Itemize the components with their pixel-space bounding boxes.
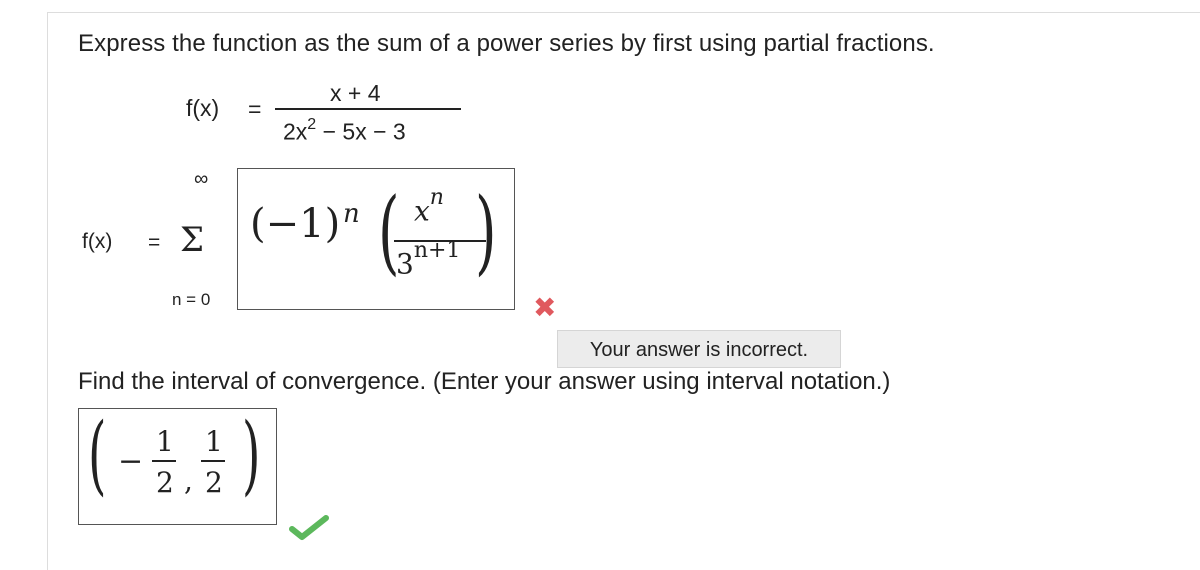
left-numerator: 1 <box>156 425 174 458</box>
sum-lower-limit: n = 0 <box>172 290 211 309</box>
left-divider <box>47 12 48 570</box>
left-fraction-bar <box>152 460 176 462</box>
right-numerator: 1 <box>205 425 223 458</box>
interval-prompt: Find the interval of convergence. (Enter… <box>78 368 891 395</box>
top-divider <box>47 12 1200 13</box>
function-lhs: f(x) <box>186 95 220 121</box>
right-denominator: 2 <box>205 466 223 499</box>
equals-sign: = <box>248 96 262 122</box>
series-lhs: f(x) <box>82 230 113 253</box>
term-denominator: 3n+1 <box>396 238 461 281</box>
function-denominator: 2x2 − 5x − 3 <box>283 116 406 145</box>
interval-right-paren: ) <box>242 405 261 505</box>
interval-comma: , <box>184 464 193 497</box>
fraction-bar <box>275 108 461 110</box>
sign-exponent: n <box>343 199 360 229</box>
interval-minus: − <box>118 444 144 479</box>
function-numerator: x + 4 <box>330 80 381 106</box>
left-denominator: 2 <box>156 466 174 499</box>
sigma-symbol: Σ <box>180 220 205 260</box>
series-equals-sign: = <box>148 231 161 254</box>
sum-upper-limit: ∞ <box>194 168 209 190</box>
interval-left-paren: ( <box>88 405 107 505</box>
right-paren: ) <box>475 178 497 285</box>
alternating-sign: (−1) <box>250 201 341 247</box>
feedback-tooltip: Your answer is incorrect. <box>557 330 841 368</box>
x-mark-icon: ✖ <box>533 291 557 324</box>
check-mark-icon <box>289 515 329 540</box>
right-fraction-bar <box>201 460 225 462</box>
term-numerator: xn <box>414 185 444 228</box>
question-prompt: Express the function as the sum of a pow… <box>78 30 935 57</box>
